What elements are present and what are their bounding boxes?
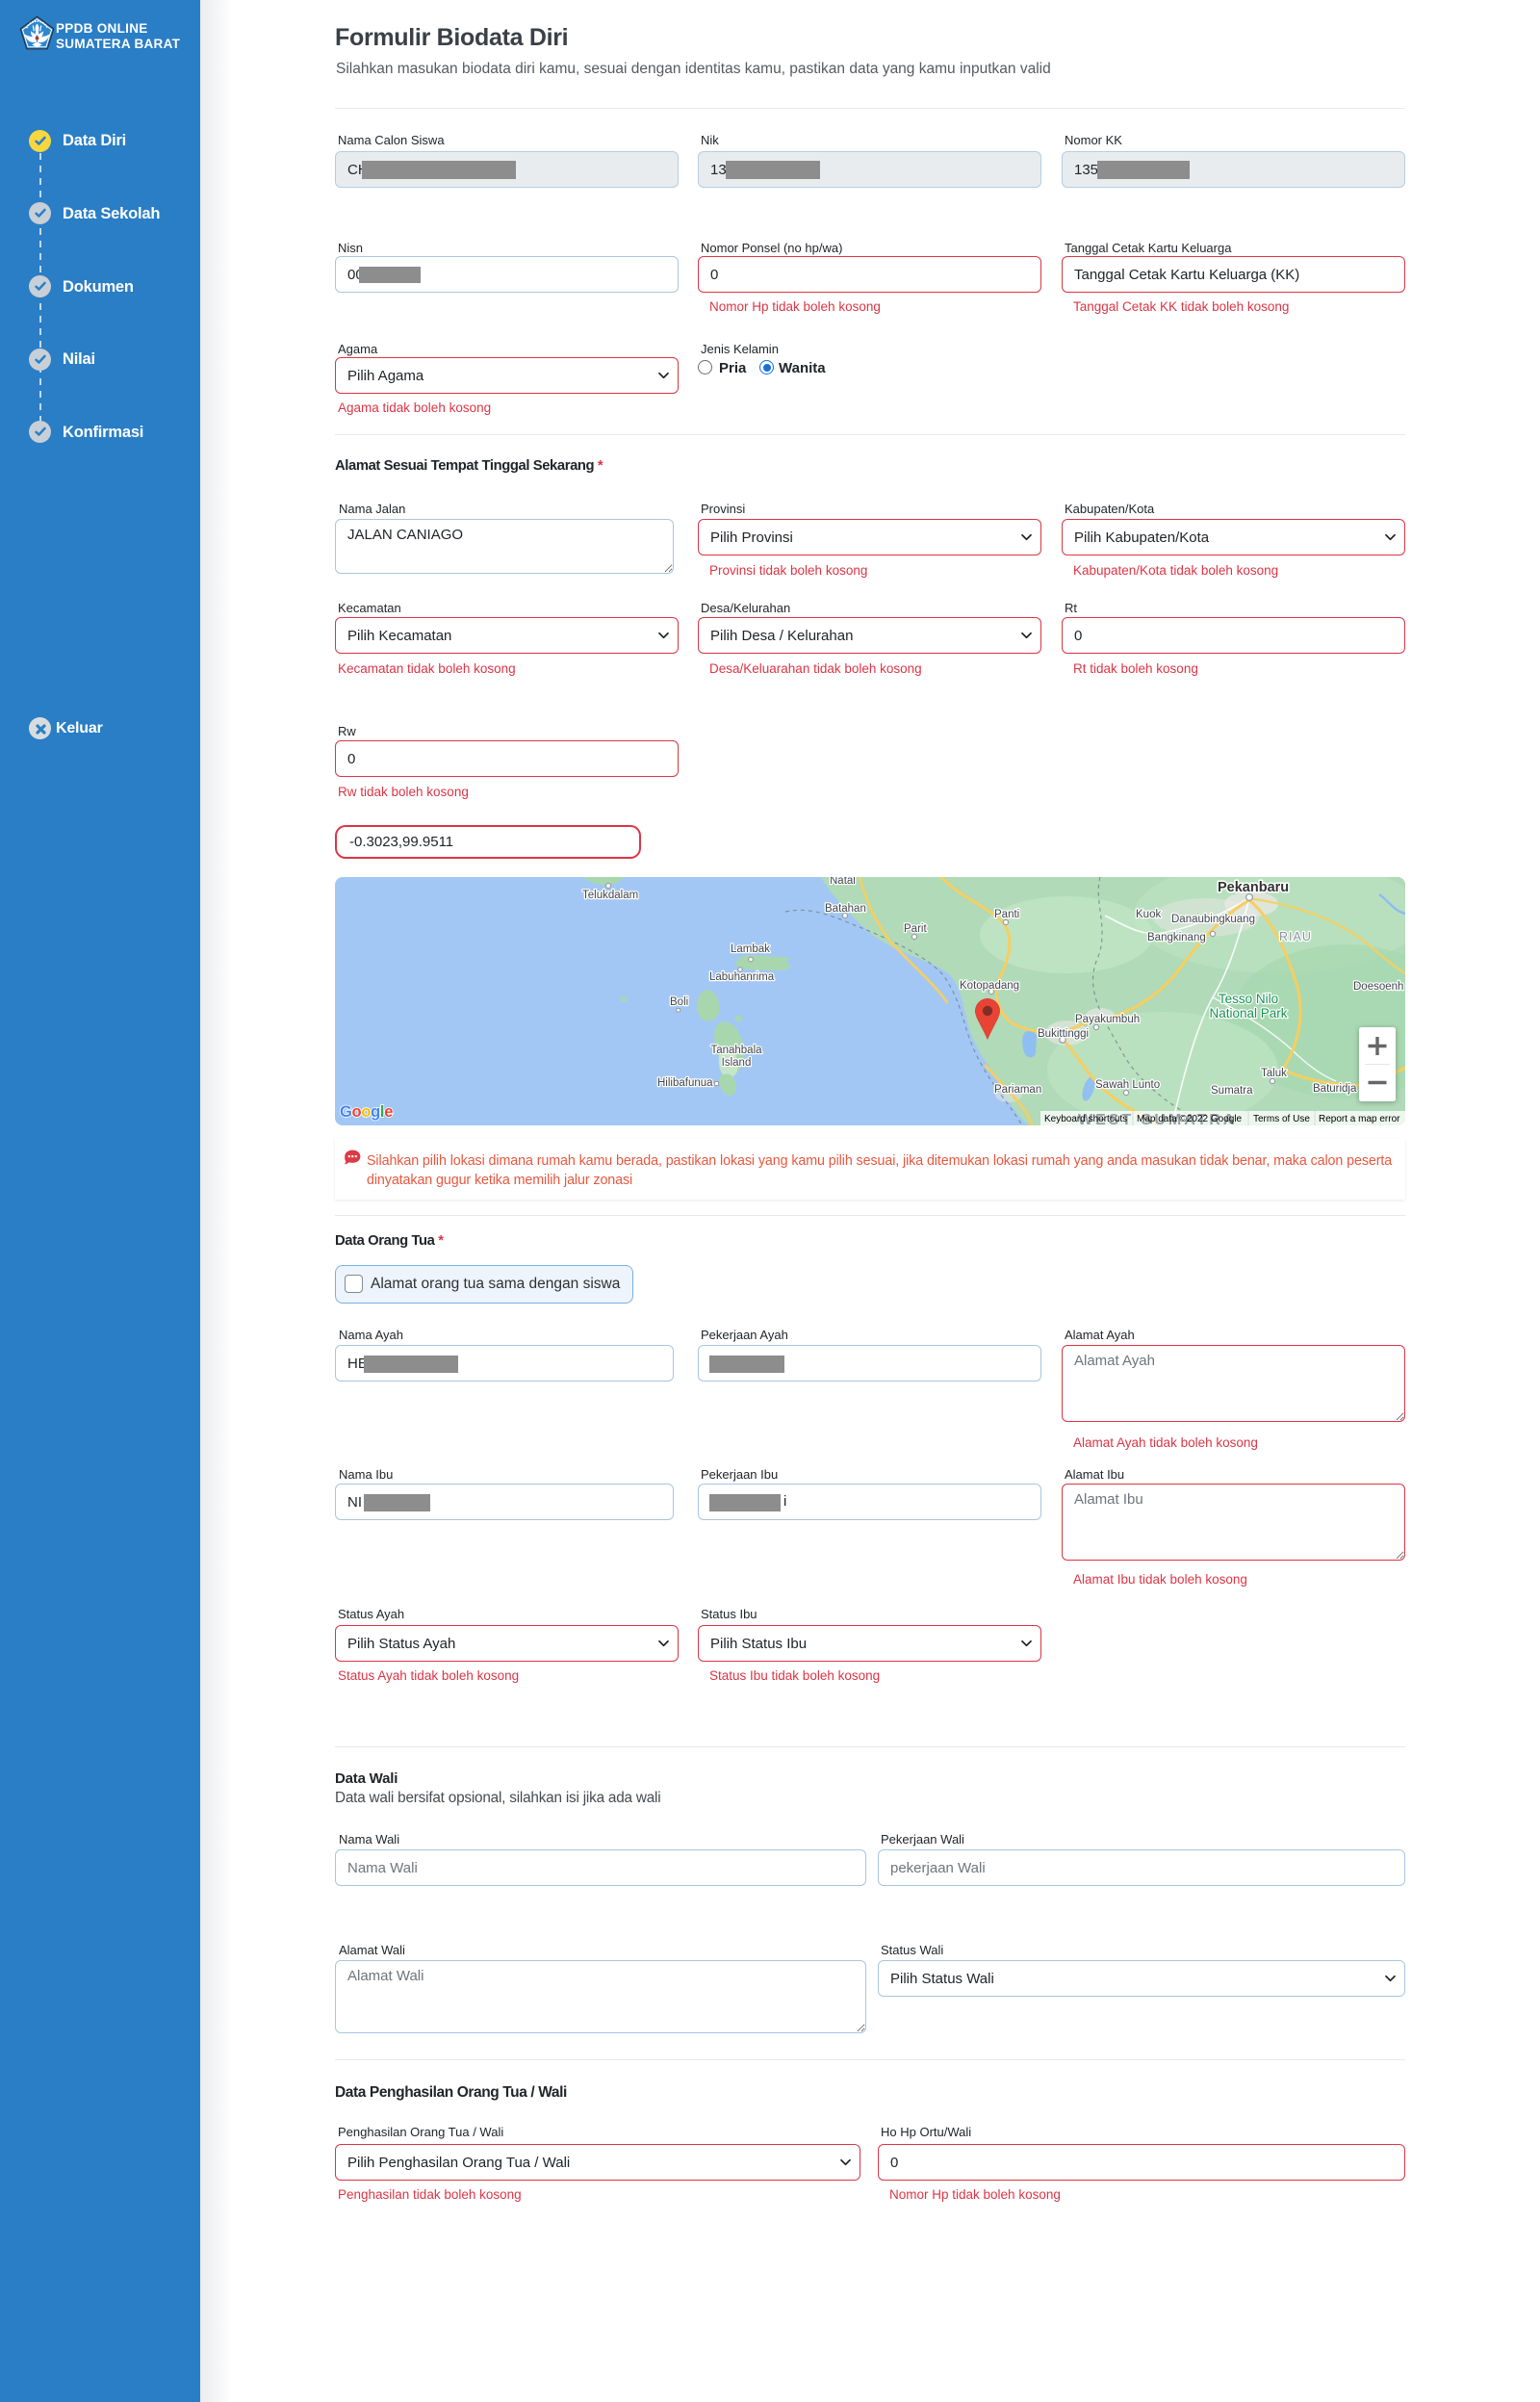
svg-text:Labuhanrima: Labuhanrima [709,971,775,983]
svg-text:Keyboard shortcuts: Keyboard shortcuts [1044,1114,1127,1124]
svg-text:Terms of Use: Terms of Use [1253,1114,1310,1124]
svg-text:Batahan: Batahan [825,903,866,915]
svg-text:Kuok: Kuok [1136,909,1161,920]
svg-text:Google: Google [340,1103,393,1121]
svg-text:Report a map error: Report a map error [1319,1114,1400,1124]
svg-text:Lambak: Lambak [731,943,770,955]
svg-text:Taluk: Taluk [1261,1068,1287,1079]
svg-text:Tanahbala: Tanahbala [710,1045,762,1056]
svg-text:Boli: Boli [670,996,688,1008]
svg-text:Map data ©2022 Google: Map data ©2022 Google [1137,1114,1243,1124]
svg-text:RIAU: RIAU [1279,930,1312,943]
svg-text:Natal: Natal [830,877,856,887]
svg-text:Panti: Panti [994,909,1019,920]
svg-text:Hilibafunua: Hilibafunua [657,1077,713,1089]
svg-text:Doesoenh: Doesoenh [1353,981,1403,993]
svg-text:Kotopadang: Kotopadang [960,980,1019,992]
svg-text:Tesso Nilo: Tesso Nilo [1219,992,1278,1006]
svg-text:Pariaman: Pariaman [994,1084,1041,1096]
svg-text:Danaubingkuang: Danaubingkuang [1171,914,1255,925]
svg-text:Bangkinang: Bangkinang [1147,932,1206,943]
svg-text:Baturidja: Baturidja [1313,1083,1357,1095]
svg-text:Sumatra: Sumatra [1211,1085,1253,1097]
svg-text:Island: Island [722,1057,752,1069]
svg-text:Telukdalam: Telukdalam [582,890,638,901]
svg-text:Bukittinggi: Bukittinggi [1038,1028,1089,1040]
svg-text:Payakumbuh: Payakumbuh [1075,1014,1140,1025]
svg-text:Pekanbaru: Pekanbaru [1218,880,1289,895]
svg-text:Sawah Lunto: Sawah Lunto [1095,1079,1160,1091]
svg-text:National Park: National Park [1209,1006,1287,1020]
svg-text:Parit: Parit [904,923,927,935]
